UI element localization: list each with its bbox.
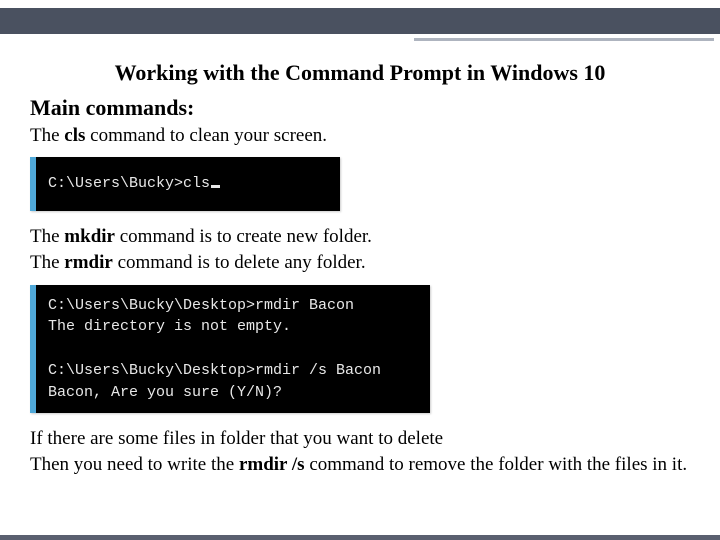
header-decoration [0, 0, 720, 50]
paragraph-cls: The cls command to clean your screen. [30, 124, 690, 148]
paragraph-rmdir: The rmdir command is to delete any folde… [30, 251, 690, 275]
header-bar [0, 8, 720, 34]
text: command is to delete any folder. [113, 252, 366, 273]
terminal-line: C:\Users\Bucky\Desktop>rmdir /s Bacon [48, 362, 381, 379]
terminal-screenshot-cls: C:\Users\Bucky>cls [30, 157, 340, 211]
cursor-icon [211, 185, 220, 188]
header-accent [414, 38, 714, 41]
terminal-line: The directory is not empty. [48, 318, 291, 335]
text: The [30, 125, 64, 146]
content-area: Main commands: The cls command to clean … [0, 94, 720, 477]
command-name: cls [64, 125, 85, 146]
text: The [30, 226, 64, 247]
terminal-screenshot-rmdir: C:\Users\Bucky\Desktop>rmdir Bacon The d… [30, 285, 430, 414]
page-title: Working with the Command Prompt in Windo… [0, 60, 720, 86]
text: The [30, 252, 64, 273]
text: command to remove the folder with the fi… [305, 454, 688, 475]
text: command to clean your screen. [85, 125, 327, 146]
footer-decoration [0, 535, 720, 540]
section-heading: Main commands: [30, 94, 690, 122]
command-name: mkdir [64, 226, 115, 247]
terminal-line: C:\Users\Bucky\Desktop>rmdir Bacon [48, 297, 354, 314]
terminal-command: cls [183, 175, 210, 192]
paragraph-mkdir: The mkdir command is to create new folde… [30, 225, 690, 249]
terminal-prompt: C:\Users\Bucky> [48, 175, 183, 192]
command-name: rmdir /s [239, 454, 305, 475]
text: command is to create new folder. [115, 226, 372, 247]
paragraph-note-1: If there are some files in folder that y… [30, 427, 690, 451]
paragraph-note-2: Then you need to write the rmdir /s comm… [30, 453, 690, 477]
command-name: rmdir [64, 252, 113, 273]
terminal-line: Bacon, Are you sure (Y/N)? [48, 384, 282, 401]
text: Then you need to write the [30, 454, 239, 475]
